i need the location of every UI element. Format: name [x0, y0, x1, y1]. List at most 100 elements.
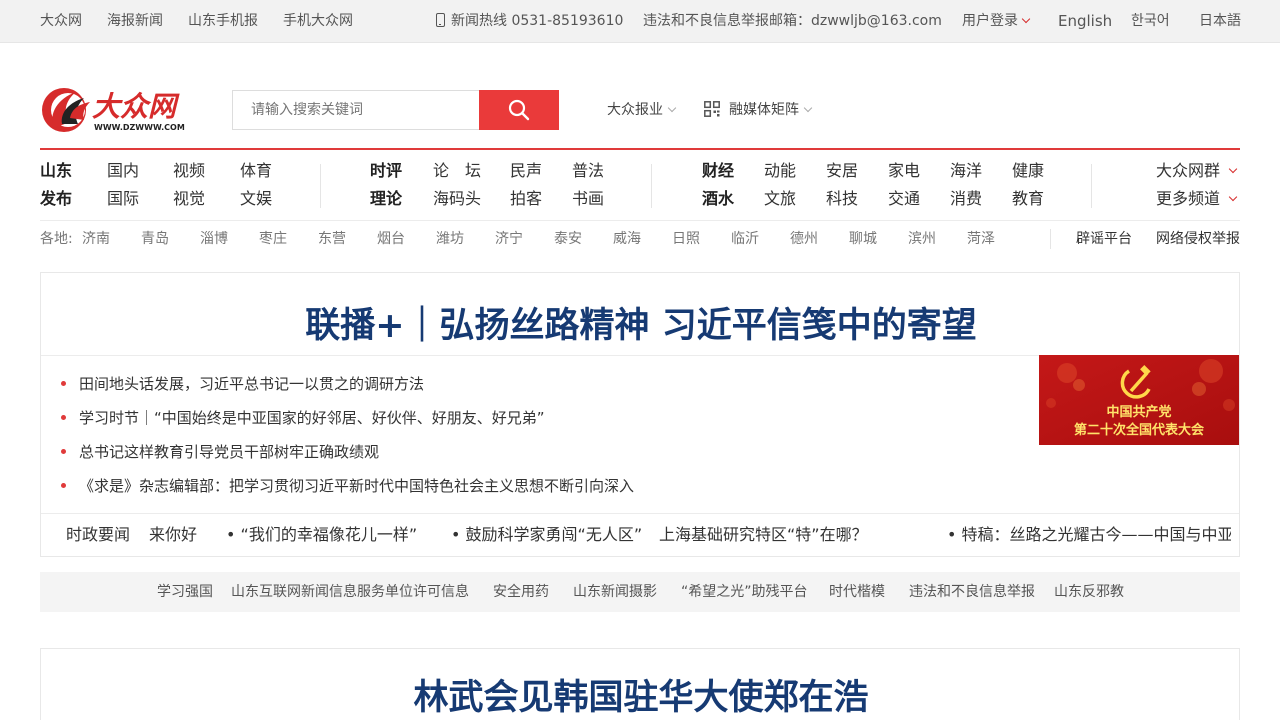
search-icon	[508, 99, 530, 121]
ticker-label: 时政要闻	[66, 525, 131, 544]
svg-text:WWW.DZWWW.COM: WWW.DZWWW.COM	[94, 123, 185, 132]
quick-link[interactable]: 时代楷模	[829, 572, 885, 612]
banner-line: 中国共产党	[1106, 405, 1172, 420]
region-link[interactable]: 青岛	[141, 229, 169, 249]
nav-minsheng[interactable]: 民声	[510, 160, 542, 182]
nav-caijing[interactable]: 财经	[702, 160, 734, 182]
quick-link[interactable]: 山东反邪教	[1054, 572, 1124, 612]
region-link[interactable]: 烟台	[377, 229, 405, 249]
second-headline[interactable]: 林武会见韩国驻华大使郑在浩	[41, 669, 1241, 720]
chevron-down-icon	[1021, 14, 1031, 24]
media-matrix-dropdown[interactable]: 融媒体矩阵	[704, 98, 813, 122]
nav-more-channels-dropdown[interactable]: 更多频道	[1156, 188, 1238, 210]
region-link[interactable]: 日照	[672, 229, 700, 249]
news-ticker: 时政要闻 来你好 • “我们的幸福像花儿一样” • 鼓励科学家勇闯“无人区” 上…	[41, 514, 1239, 556]
nav-divider	[40, 220, 1240, 221]
nav-xiaofei[interactable]: 消费	[950, 188, 982, 210]
top-link-haibao[interactable]: 海报新闻	[107, 0, 163, 42]
region-link[interactable]: 威海	[613, 229, 641, 249]
nav-shijue[interactable]: 视觉	[173, 188, 205, 210]
nav-separator	[320, 164, 321, 208]
region-link[interactable]: 临沂	[731, 229, 759, 249]
region-link[interactable]: 滨州	[908, 229, 936, 249]
top-link-mobile-paper[interactable]: 山东手机报	[188, 0, 258, 42]
nav-lilun[interactable]: 理论	[370, 188, 402, 210]
quick-link[interactable]: “希望之光”助残平台	[681, 572, 808, 612]
search-button[interactable]	[479, 90, 559, 130]
quick-link[interactable]: 学习强国	[157, 572, 213, 612]
news-item[interactable]: 总书记这样教育引导党员干部树牢正确政绩观	[61, 440, 379, 464]
nav-keji[interactable]: 科技	[826, 188, 858, 210]
nav-shiping[interactable]: 时评	[370, 160, 402, 182]
nav-paike[interactable]: 拍客	[510, 188, 542, 210]
news-item[interactable]: 《求是》杂志编辑部：把学习贯彻习近平新时代中国特色社会主义思想不断引向深入	[61, 474, 634, 498]
nav-shipin[interactable]: 视频	[173, 160, 205, 182]
ticker-item[interactable]: 上海基础研究特区“特”在哪？	[659, 514, 868, 556]
lang-english[interactable]: English	[1058, 0, 1112, 42]
nav-jiushui[interactable]: 酒水	[702, 188, 734, 210]
nav-shuhua[interactable]: 书画	[572, 188, 604, 210]
svg-text:大众网: 大众网	[92, 90, 180, 123]
nav-jiadian[interactable]: 家电	[888, 160, 920, 182]
nav-jiaoyu[interactable]: 教育	[1012, 188, 1044, 210]
quick-link[interactable]: 山东新闻摄影	[573, 572, 657, 612]
nav-anju[interactable]: 安居	[826, 160, 858, 182]
nav-tiyu[interactable]: 体育	[240, 160, 272, 182]
region-link[interactable]: 济南	[82, 229, 110, 249]
hotline: 新闻热线 0531-85193610	[436, 0, 623, 42]
chevron-down-icon	[1228, 192, 1238, 202]
nav-luntan[interactable]: 论 坛	[433, 160, 481, 182]
nav-haiyang[interactable]: 海洋	[950, 160, 982, 182]
region-separator	[1050, 229, 1051, 249]
search-input[interactable]	[232, 90, 480, 130]
main-headline[interactable]: 联播+｜弘扬丝路精神 习近平信笺中的寄望	[41, 297, 1241, 348]
nav-jiaotong[interactable]: 交通	[888, 188, 920, 210]
region-link[interactable]: 菏泽	[967, 229, 995, 249]
ticker-item[interactable]: 来你好	[149, 514, 197, 556]
region-link[interactable]: 泰安	[554, 229, 582, 249]
login-dropdown[interactable]: 用户登录	[962, 0, 1031, 42]
party-congress-banner[interactable]: 中国共产党 第二十次全国代表大会	[1039, 355, 1239, 445]
nav-jiankang[interactable]: 健康	[1012, 160, 1044, 182]
ticker-item[interactable]: • 特稿：丝路之光耀古今——中国与中亚国家	[947, 514, 1231, 556]
region-link[interactable]: 济宁	[495, 229, 523, 249]
nav-site-group-dropdown[interactable]: 大众网群	[1156, 160, 1238, 182]
quick-link[interactable]: 山东互联网新闻信息服务单位许可信息	[231, 572, 469, 612]
region-link[interactable]: 淄博	[200, 229, 228, 249]
nav-wenyu[interactable]: 文娱	[240, 188, 272, 210]
top-news-box: 联播+｜弘扬丝路精神 习近平信笺中的寄望 田间地头话发展，习近平总书记一以贯之的…	[40, 272, 1240, 557]
news-item[interactable]: 田间地头话发展，习近平总书记一以贯之的调研方法	[61, 372, 424, 396]
nav-fabu[interactable]: 发布	[40, 188, 72, 210]
nav-haimatou[interactable]: 海码头	[433, 188, 481, 210]
top-link-dazhong[interactable]: 大众网	[40, 0, 82, 42]
header-divider	[40, 148, 1240, 150]
chevron-down-icon	[803, 103, 813, 113]
banner-line: 第二十次全国代表大会	[1073, 423, 1204, 438]
nav-dongneng[interactable]: 动能	[764, 160, 796, 182]
lang-korean[interactable]: 한국어	[1131, 0, 1170, 42]
rumor-platform-link[interactable]: 辟谣平台	[1076, 229, 1132, 249]
region-link[interactable]: 枣庄	[259, 229, 287, 249]
site-logo[interactable]: 大众网 WWW.DZWWW.COM	[40, 78, 190, 136]
nav-shandong[interactable]: 山东	[40, 160, 72, 182]
ticker-item[interactable]: • “我们的幸福像花儿一样”	[226, 514, 417, 556]
nav-guonei[interactable]: 国内	[107, 160, 139, 182]
quick-link[interactable]: 安全用药	[493, 572, 549, 612]
quick-link[interactable]: 违法和不良信息举报	[909, 572, 1035, 612]
nav-guoji[interactable]: 国际	[107, 188, 139, 210]
top-link-mobile-site[interactable]: 手机大众网	[283, 0, 353, 42]
lang-japanese[interactable]: 日本語	[1199, 0, 1241, 42]
region-link[interactable]: 聊城	[849, 229, 877, 249]
logo-flame-icon: 大众网 WWW.DZWWW.COM	[42, 88, 185, 132]
news-item[interactable]: 学习时节｜“中国始终是中亚国家的好邻居、好伙伴、好朋友、好兄弟”	[61, 406, 545, 430]
region-label: 各地:	[40, 231, 73, 247]
nav-wenlv[interactable]: 文旅	[764, 188, 796, 210]
region-link[interactable]: 德州	[790, 229, 818, 249]
nav-pufa[interactable]: 普法	[572, 160, 604, 182]
region-link[interactable]: 潍坊	[436, 229, 464, 249]
ticker-item[interactable]: • 鼓励科学家勇闯“无人区”	[451, 514, 642, 556]
infringement-report-link[interactable]: 网络侵权举报	[1156, 229, 1240, 249]
region-link[interactable]: 东营	[318, 229, 346, 249]
dazhong-baoye-dropdown[interactable]: 大众报业	[607, 98, 677, 122]
chevron-down-icon	[1228, 164, 1238, 174]
